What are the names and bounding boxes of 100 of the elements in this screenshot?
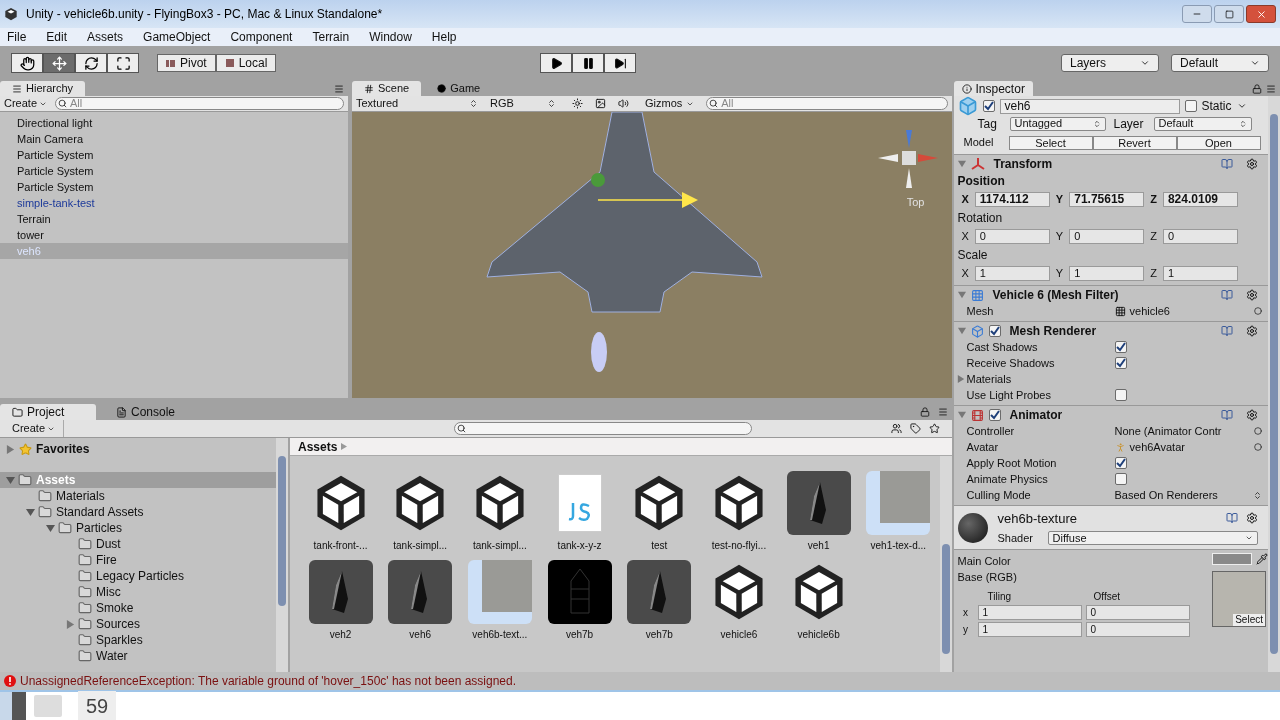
view-tab[interactable]: Scene (352, 81, 422, 96)
menu-item[interactable]: GameObject (140, 28, 214, 46)
number-field[interactable]: 1 (974, 266, 1050, 281)
menu-item[interactable]: File (4, 28, 30, 46)
hierarchy-item[interactable]: Terrain (17, 210, 51, 228)
number-field[interactable]: 0 (1085, 605, 1190, 620)
checkbox[interactable] (1114, 389, 1127, 401)
folder-label[interactable]: Materials (56, 487, 105, 505)
asset-label[interactable]: tank-simpl... (472, 538, 527, 553)
tag-dropdown[interactable]: Untagged (1009, 116, 1106, 131)
expanded-arrow-icon[interactable] (46, 523, 55, 533)
component-title[interactable]: Transform (993, 155, 1053, 173)
folder-label[interactable]: Particles (76, 519, 122, 537)
pause-button[interactable] (572, 53, 605, 73)
pivot-button[interactable]: Pivot (157, 54, 216, 72)
folder-label[interactable]: Water (96, 647, 128, 665)
component-title[interactable]: Animator (1009, 406, 1063, 424)
collapsed-arrow-icon[interactable] (66, 619, 75, 629)
material-name[interactable]: veh6b-texture (997, 508, 1077, 528)
asset-label[interactable]: veh7b (565, 627, 594, 642)
object-field[interactable]: None (Animator Contr (1114, 422, 1222, 440)
asset-label[interactable]: veh2 (329, 627, 352, 642)
number-field[interactable]: 0 (1069, 229, 1145, 244)
favorites-label[interactable]: Favorites (36, 440, 90, 458)
component-checkbox[interactable] (988, 325, 1001, 337)
folder-label[interactable]: Standard Assets (56, 503, 144, 521)
folder-label[interactable]: Dust (96, 535, 121, 553)
asset-label[interactable]: tank-x-y-z (557, 538, 602, 553)
menu-item[interactable]: Edit (43, 28, 71, 46)
tool-button[interactable] (11, 53, 43, 73)
foldout-label[interactable]: Materials (966, 370, 1012, 388)
hierarchy-item[interactable]: tower (17, 226, 44, 244)
hierarchy-item[interactable]: Particle System (17, 146, 94, 164)
hierarchy-item[interactable]: Main Camera (17, 130, 84, 148)
search-field[interactable] (454, 422, 753, 435)
number-field[interactable]: 1 (977, 622, 1082, 637)
static-checkbox[interactable] (1184, 100, 1197, 112)
folder-label[interactable]: Smoke (96, 599, 134, 617)
tool-button[interactable] (107, 53, 139, 73)
object-field[interactable]: vehicle6 (1129, 302, 1170, 320)
asset-label[interactable]: veh6 (409, 627, 432, 642)
folder-label[interactable]: Legacy Particles (96, 567, 185, 585)
hierarchy-item[interactable]: Particle System (17, 178, 94, 196)
checkbox[interactable] (1114, 341, 1127, 353)
culling-dropdown[interactable]: Based On Renderers (1114, 486, 1262, 504)
gizmos-dropdown[interactable]: Gizmos (645, 95, 695, 112)
menu-item[interactable]: Component (227, 28, 296, 46)
pivot-button[interactable]: Local (215, 54, 277, 72)
asset-label[interactable]: veh6b-text... (472, 627, 528, 642)
number-field[interactable]: 1 (977, 605, 1082, 620)
asset-label[interactable]: vehicle6b (797, 627, 840, 642)
draw-mode-dropdown[interactable]: Textured (356, 95, 478, 112)
tool-button[interactable] (43, 53, 75, 73)
folder-label[interactable]: Sources (96, 615, 141, 633)
asset-label[interactable]: veh7b (645, 627, 673, 642)
component-title[interactable]: Vehicle 6 (Mesh Filter) (992, 286, 1119, 304)
name-field[interactable]: veh6 (999, 98, 1180, 114)
breadcrumb-item[interactable]: Assets (298, 437, 338, 456)
checkbox[interactable] (1114, 457, 1127, 469)
number-field[interactable]: 0 (1085, 622, 1190, 637)
component-checkbox[interactable] (988, 409, 1001, 421)
play-button[interactable] (540, 53, 573, 73)
model-button[interactable]: Revert (1092, 135, 1177, 150)
hierarchy-item[interactable]: simple-tank-test (17, 194, 95, 212)
asset-label[interactable]: test (651, 538, 668, 553)
shader-dropdown[interactable]: Diffuse (1047, 531, 1258, 546)
object-field[interactable]: veh6Avatar (1129, 438, 1185, 456)
asset-label[interactable]: veh1-tex-d... (870, 538, 927, 553)
asset-label[interactable]: vehicle6 (720, 627, 758, 642)
menu-item[interactable]: Terrain (309, 28, 353, 46)
layers-dropdown[interactable]: Layers (1061, 54, 1159, 72)
expanded-arrow-icon[interactable] (6, 475, 15, 485)
model-button[interactable]: Select (1008, 135, 1093, 150)
number-field[interactable]: 0 (1162, 229, 1238, 244)
number-field[interactable]: 71.75615 (1069, 192, 1145, 207)
asset-label[interactable]: tank-simpl... (393, 538, 448, 553)
minimize-button[interactable] (1182, 5, 1212, 23)
create-dropdown[interactable]: Create (4, 420, 65, 437)
create-dropdown[interactable]: Create (4, 95, 48, 112)
expanded-arrow-icon[interactable] (26, 507, 35, 517)
number-field[interactable]: 1 (1069, 266, 1145, 281)
active-checkbox[interactable] (982, 100, 995, 112)
layout-dropdown[interactable]: Default (1171, 54, 1269, 72)
hierarchy-item[interactable]: Particle System (17, 162, 94, 180)
checkbox[interactable] (1114, 357, 1127, 369)
layer-dropdown[interactable]: Default (1153, 116, 1252, 131)
channel-dropdown[interactable]: RGB (490, 95, 556, 112)
folder-label[interactable]: Misc (96, 583, 121, 601)
color-swatch[interactable] (1212, 553, 1252, 565)
panel-tab[interactable]: Project (0, 404, 96, 420)
asset-label[interactable]: veh1 (807, 538, 830, 553)
hierarchy-item[interactable]: Directional light (17, 114, 93, 132)
hierarchy-tab[interactable]: Hierarchy (0, 81, 86, 96)
tool-button[interactable] (75, 53, 107, 73)
view-tab[interactable]: Game (425, 81, 493, 96)
model-button[interactable]: Open (1176, 135, 1261, 150)
number-field[interactable]: 0 (974, 229, 1050, 244)
folder-label[interactable]: Sparkles (96, 631, 143, 649)
menu-item[interactable]: Help (428, 28, 460, 46)
panel-tab[interactable]: Console (104, 404, 200, 420)
